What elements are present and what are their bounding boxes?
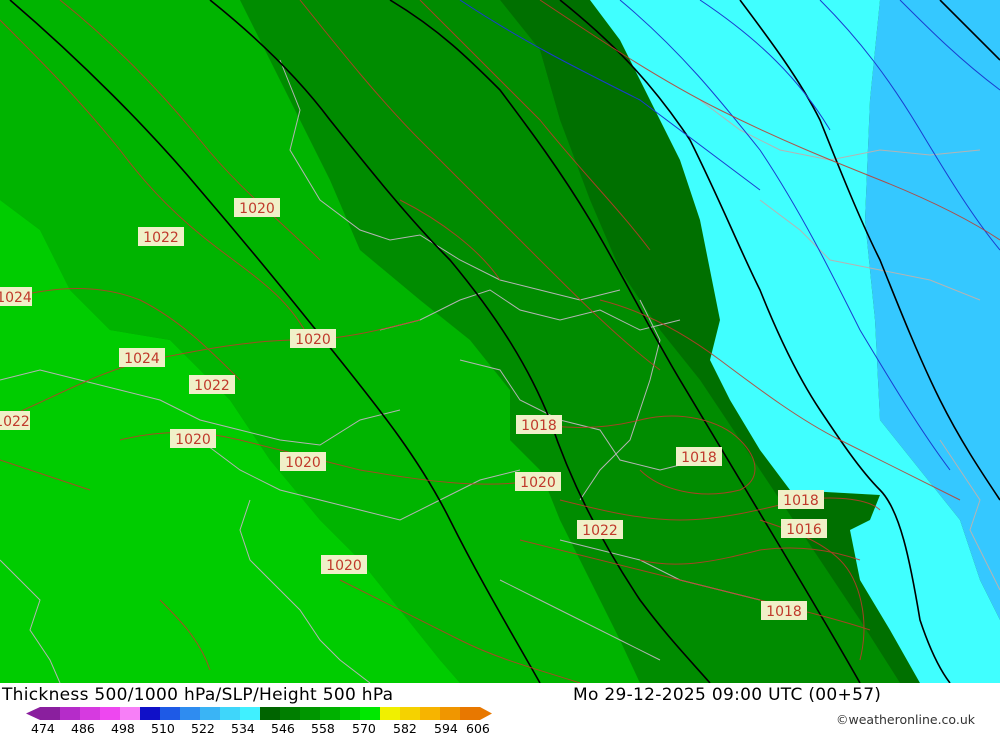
legend-arrow-left — [26, 707, 40, 720]
slp-label: 1020 — [515, 472, 561, 491]
legend-tick: 522 — [191, 721, 215, 736]
legend-cell — [400, 707, 420, 720]
legend-tick: 534 — [231, 721, 255, 736]
svg-text:1018: 1018 — [783, 493, 819, 509]
svg-text:1020: 1020 — [175, 432, 211, 448]
legend-cell — [60, 707, 80, 720]
slp-label: 1024 — [119, 348, 165, 367]
legend-tick: 558 — [311, 721, 335, 736]
slp-label: 1022 — [577, 520, 623, 539]
legend-cells — [26, 707, 492, 720]
svg-text:1020: 1020 — [295, 332, 331, 348]
legend-cell — [160, 707, 180, 720]
legend-cell — [40, 707, 60, 720]
map-title: Thickness 500/1000 hPa/SLP/Height 500 hP… — [2, 685, 394, 705]
legend-cell — [180, 707, 200, 720]
svg-text:1020: 1020 — [285, 455, 321, 471]
legend-cell — [340, 707, 360, 720]
legend-cell — [260, 707, 280, 720]
legend-cell — [80, 707, 100, 720]
slp-label: 1020 — [280, 452, 326, 471]
slp-label: 1020 — [321, 555, 367, 574]
svg-text:1024: 1024 — [124, 351, 160, 367]
legend-tick: 486 — [71, 721, 95, 736]
legend-tick: 606 — [466, 721, 490, 736]
legend-cell — [100, 707, 120, 720]
slp-label: 1020 — [170, 429, 216, 448]
svg-text:1018: 1018 — [766, 604, 802, 620]
svg-text:1020: 1020 — [520, 475, 556, 491]
slp-label: 1018 — [778, 490, 824, 509]
legend-cell — [140, 707, 160, 720]
legend-cell — [380, 707, 400, 720]
slp-label: 1018 — [761, 601, 807, 620]
legend-cell — [320, 707, 340, 720]
svg-text:1022: 1022 — [143, 230, 179, 246]
svg-text:1018: 1018 — [521, 418, 557, 434]
svg-text:1022: 1022 — [0, 414, 30, 430]
legend-cell — [120, 707, 140, 720]
slp-label: 1018 — [516, 415, 562, 434]
slp-label: 1022 — [138, 227, 184, 246]
svg-text:1022: 1022 — [194, 378, 230, 394]
credit: ©weatheronline.co.uk — [836, 712, 975, 727]
legend-cell — [460, 707, 480, 720]
slp-label: 1022 — [189, 375, 235, 394]
slp-label: 1018 — [676, 447, 722, 466]
svg-text:1018: 1018 — [681, 450, 717, 466]
svg-text:1022: 1022 — [582, 523, 618, 539]
legend-cell — [420, 707, 440, 720]
legend-cell — [300, 707, 320, 720]
slp-label: 1020 — [234, 198, 280, 217]
legend-arrow-right — [480, 707, 492, 720]
legend-cell — [440, 707, 460, 720]
legend-tick: 546 — [271, 721, 295, 736]
legend-tick: 582 — [393, 721, 417, 736]
slp-label: 1020 — [290, 329, 336, 348]
legend-cell — [280, 707, 300, 720]
legend-tick: 594 — [434, 721, 458, 736]
slp-label: 1022 — [0, 411, 30, 430]
legend-tick: 570 — [352, 721, 376, 736]
slp-label: 1024 — [0, 287, 32, 306]
slp-label: 1016 — [781, 519, 827, 538]
svg-text:1024: 1024 — [0, 290, 32, 306]
legend-tick: 474 — [31, 721, 55, 736]
svg-text:1020: 1020 — [239, 201, 275, 217]
legend-tick: 510 — [151, 721, 175, 736]
weather-map: 1020 1022 1024 1020 1024 1022 1022 1020 … — [0, 0, 1000, 683]
forecast-datetime: Mo 29-12-2025 09:00 UTC (00+57) — [573, 685, 882, 705]
svg-text:1016: 1016 — [786, 522, 822, 538]
legend-cell — [240, 707, 260, 720]
legend-tick: 498 — [111, 721, 135, 736]
svg-text:1020: 1020 — [326, 558, 362, 574]
legend-cell — [360, 707, 380, 720]
legend-cell — [220, 707, 240, 720]
legend-cell — [200, 707, 220, 720]
